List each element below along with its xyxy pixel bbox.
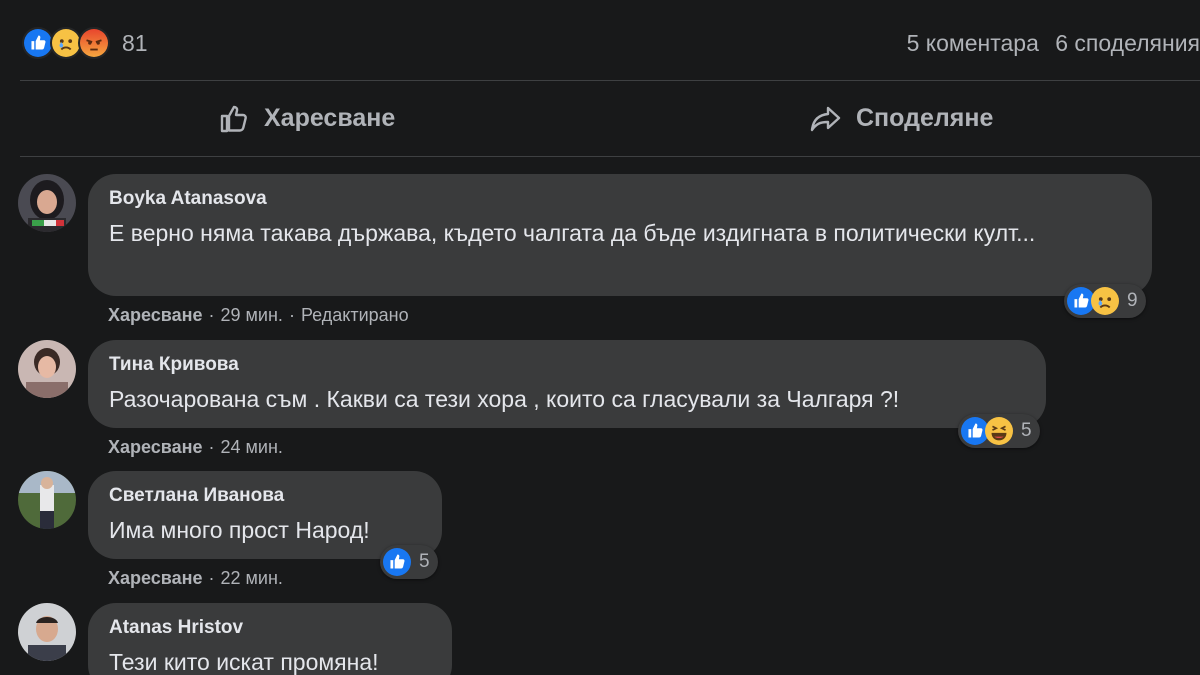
share-button[interactable]: Споделяне (608, 82, 1200, 155)
cut-off-post-text (20, 0, 320, 8)
post-reactions[interactable]: 81 (22, 27, 148, 59)
avatar[interactable] (18, 174, 76, 232)
separator-dot: · (288, 305, 295, 325)
angry-icon (78, 27, 110, 59)
comment-meta: Харесване · 22 мин. (108, 568, 283, 589)
separator-dot: · (208, 437, 215, 457)
comment-bubble: Boyka Atanasova Е верно няма такава държ… (88, 174, 1152, 296)
post-counts: 5 коментара 6 споделяния (897, 30, 1200, 57)
comments-count-link[interactable]: 5 коментара (907, 30, 1039, 56)
separator-dot: · (208, 568, 215, 588)
shares-count-link[interactable]: 6 споделяния (1055, 30, 1200, 56)
sad-icon (1091, 287, 1119, 315)
comment-author[interactable]: Boyka Atanasova (109, 188, 1130, 210)
comment-meta: Харесване · 24 мин. (108, 437, 283, 458)
avatar[interactable] (18, 340, 76, 398)
comment-author[interactable]: Atanas Hristov (109, 617, 430, 639)
like-button[interactable]: Харесване (20, 82, 608, 155)
comment-reactions-badge[interactable]: 5 (380, 545, 438, 579)
comment-text: Има много прост Народ! (109, 517, 370, 543)
separator-dot: · (208, 305, 215, 325)
post-stats-row: 81 5 коментара 6 споделяния (22, 26, 1200, 60)
comment-time[interactable]: 24 мин. (221, 437, 283, 457)
avatar[interactable] (18, 603, 76, 661)
share-button-label: Споделяне (856, 104, 994, 132)
reaction-count: 5 (1021, 420, 1032, 441)
thumbs-up-icon (220, 105, 247, 132)
reaction-count: 9 (1127, 290, 1138, 311)
comment-time[interactable]: 22 мин. (221, 568, 283, 588)
like-button-label: Харесване (264, 104, 396, 132)
comment-text: Тези кито искат промяна! (109, 649, 379, 675)
comment-reactions-badge[interactable]: 5 (958, 414, 1040, 448)
comment-like-link[interactable]: Харесване (108, 437, 203, 457)
comment-like-link[interactable]: Харесване (108, 568, 203, 588)
post-reaction-count: 81 (122, 29, 148, 56)
edited-label[interactable]: Редактирано (301, 305, 409, 325)
comment-text: Разочарована съм . Какви са тези хора , … (109, 386, 900, 412)
share-arrow-icon (810, 106, 841, 131)
comment-bubble: Тина Кривова Разочарована съм . Какви са… (88, 340, 1046, 428)
comment-meta: Харесване · 29 мин. · Редактирано (108, 305, 409, 326)
comment-text: Е верно няма такава държава, където чалг… (109, 220, 1036, 246)
comment-bubble: Atanas Hristov Тези кито искат промяна! (88, 603, 452, 675)
reaction-count: 5 (419, 551, 430, 572)
avatar[interactable] (18, 471, 76, 529)
divider-bottom (20, 156, 1200, 157)
comment-time[interactable]: 29 мин. (221, 305, 283, 325)
divider-top (20, 80, 1200, 81)
comment-author[interactable]: Тина Кривова (109, 354, 1024, 376)
comment-author[interactable]: Светлана Иванова (109, 485, 420, 507)
comment-reactions-badge[interactable]: 9 (1064, 284, 1146, 318)
haha-icon (985, 417, 1013, 445)
comment-like-link[interactable]: Харесване (108, 305, 203, 325)
post-action-bar: Харесване Споделяне (20, 82, 1200, 155)
like-icon (383, 548, 411, 576)
